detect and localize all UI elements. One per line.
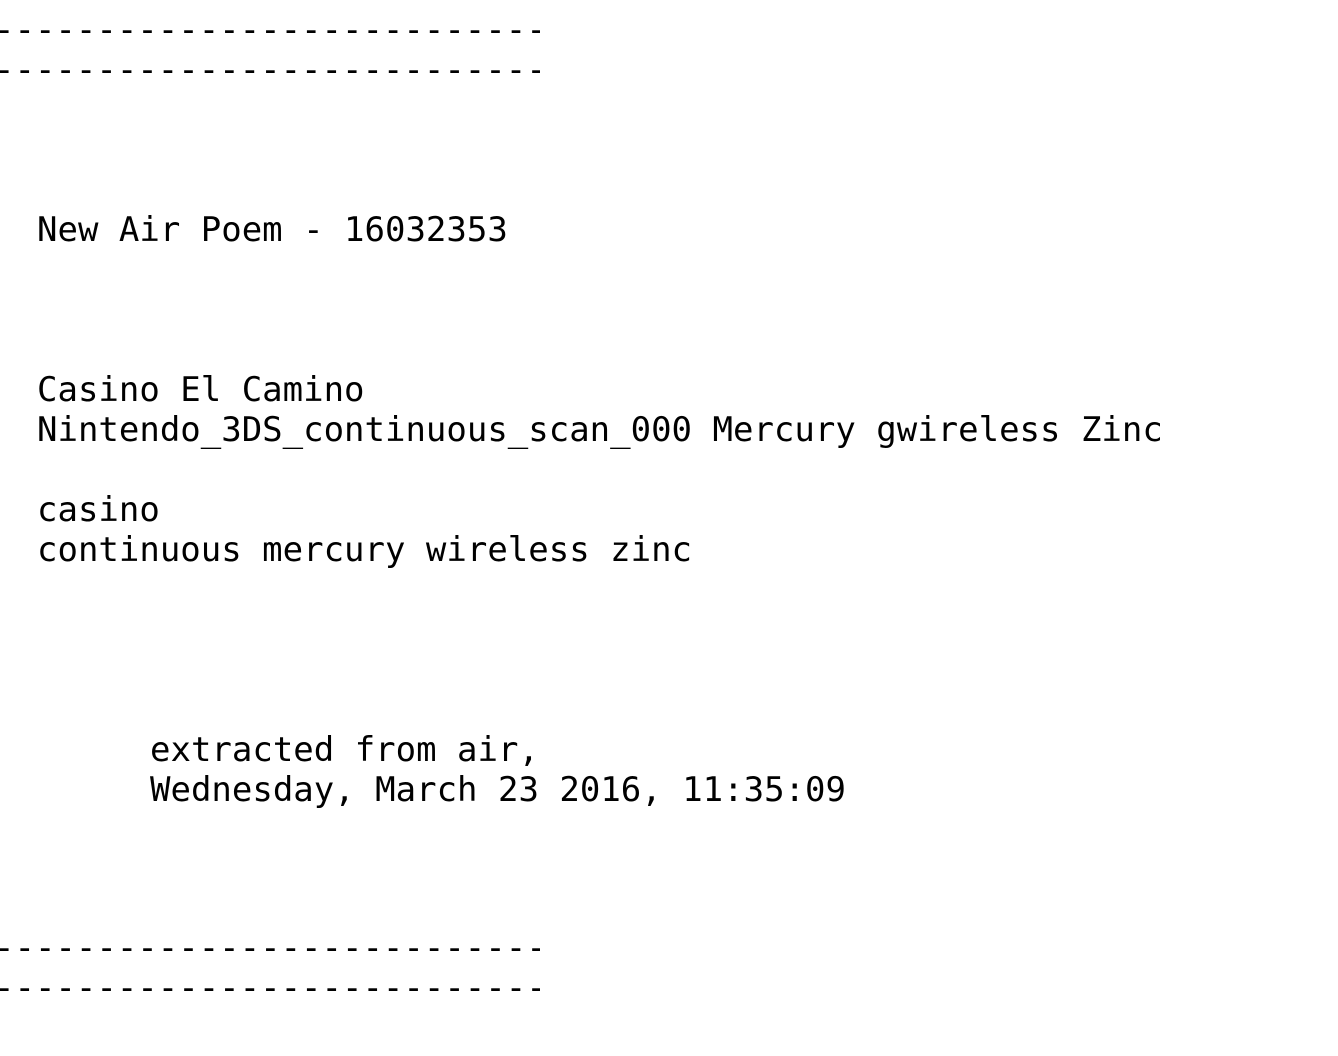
top-divider-line-1: ------------------------------	[0, 10, 540, 50]
credit-line-1: extracted from air,	[150, 730, 539, 770]
poem-title: New Air Poem - 16032353	[37, 210, 508, 250]
bottom-divider-line-1: ------------------------------	[0, 928, 540, 968]
network-line-2: Nintendo_3DS_continuous_scan_000 Mercury…	[37, 410, 1163, 450]
bottom-divider-line-2: ------------------------------	[0, 968, 540, 1008]
word-line-2: continuous mercury wireless zinc	[37, 530, 693, 570]
network-line-1: Casino El Camino	[37, 370, 365, 410]
top-divider-line-2: ------------------------------	[0, 50, 540, 90]
word-line-1: casino	[37, 490, 160, 530]
credit-timestamp: Wednesday, March 23 2016, 11:35:09	[150, 770, 846, 810]
